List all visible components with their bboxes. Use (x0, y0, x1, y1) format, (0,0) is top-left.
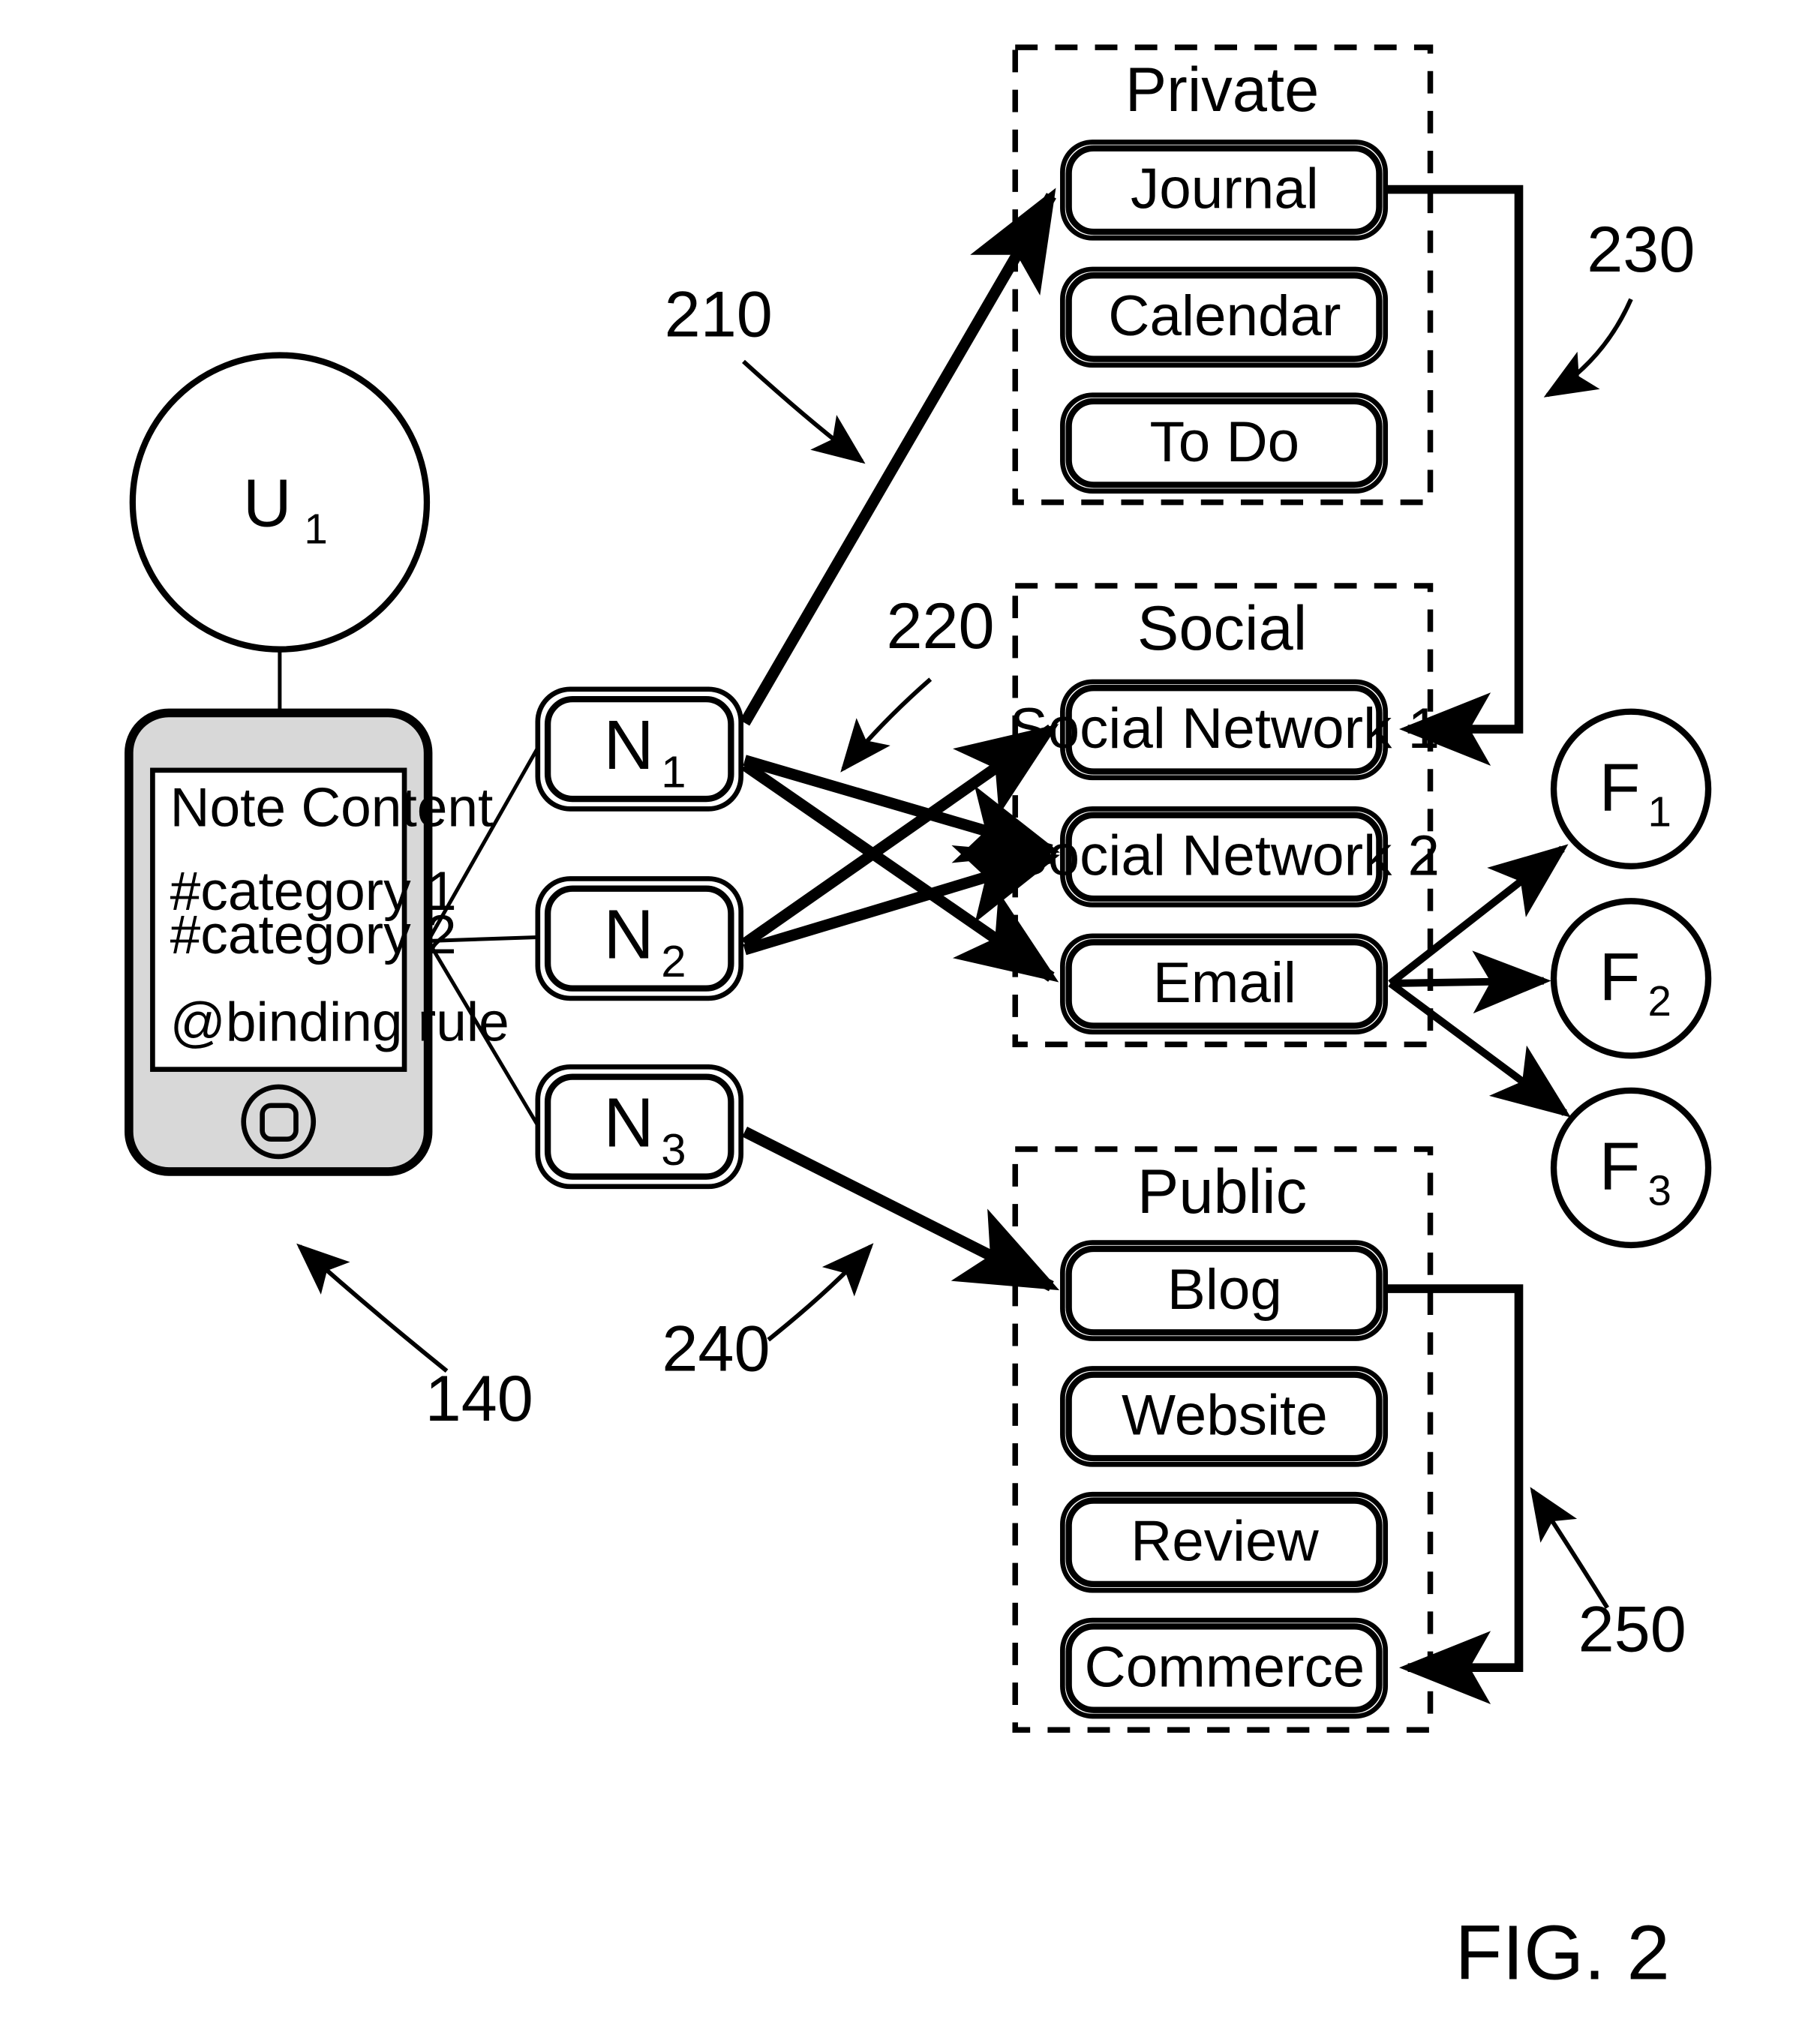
friend-node-f3-label: F (1599, 1130, 1641, 1205)
channel-commerce-label: Commerce (1085, 1635, 1365, 1699)
channel-social-network-1[interactable]: Social Network 1 (1010, 679, 1440, 781)
leader-220 (840, 677, 933, 773)
friend-node-f1-subscript: 1 (1648, 788, 1671, 836)
group-public: Public Blog Website Review Commerce (1012, 1146, 1434, 1733)
patent-diagram: U 1 Note Content #category 1 #category 2… (125, 44, 1712, 1996)
note-node-n1[interactable]: N 1 (535, 686, 743, 812)
channel-social-network-2-label: Social Network 2 (1010, 824, 1440, 888)
channel-website-label: Website (1122, 1384, 1328, 1448)
connector-device-to-n1 (426, 746, 539, 942)
leader-140 (296, 1243, 449, 1373)
friend-node-f2[interactable]: F 2 (1550, 898, 1712, 1059)
route-blog-to-commerce (1385, 1284, 1524, 1705)
figure-canvas: U 1 Note Content #category 1 #category 2… (0, 0, 1811, 2044)
channel-review[interactable]: Review (1060, 1491, 1389, 1593)
arrow-email-to-f3 (1388, 980, 1571, 1118)
leader-210 (742, 359, 866, 464)
channel-todo[interactable]: To Do (1060, 392, 1389, 494)
friend-node-f3[interactable]: F 3 (1550, 1087, 1712, 1249)
user-node-label: U (243, 467, 292, 542)
channel-social-network-1-label: Social Network 1 (1010, 697, 1440, 761)
ref-numeral-230: 230 (1587, 214, 1695, 286)
leader-240 (767, 1243, 874, 1342)
group-public-title: Public (1137, 1157, 1307, 1226)
user-node-u1[interactable]: U 1 (129, 352, 431, 653)
channel-email-label: Email (1153, 951, 1296, 1015)
group-social: Social Social Network 1 Social Network 2… (1010, 583, 1440, 1048)
arrow-email-to-f2 (1390, 950, 1551, 1014)
channel-email[interactable]: Email (1060, 933, 1389, 1035)
channel-todo-label: To Do (1150, 410, 1300, 474)
user-node-subscript: 1 (304, 505, 327, 552)
route-journal-to-social-network-1 (1385, 185, 1524, 766)
note-node-n2-subscript: 2 (661, 936, 686, 986)
note-node-n1-label: N (604, 706, 654, 784)
note-title: Note Content (170, 778, 494, 839)
channel-blog-label: Blog (1167, 1258, 1282, 1322)
ref-numeral-220: 220 (886, 590, 994, 662)
channel-calendar[interactable]: Calendar (1060, 266, 1389, 368)
group-private: Private Journal Calendar To Do (1012, 44, 1434, 506)
friend-node-f3-subscript: 3 (1648, 1167, 1671, 1214)
group-social-title: Social (1137, 593, 1307, 663)
group-private-title: Private (1125, 55, 1320, 125)
note-binding-rule: @binding rule (170, 992, 509, 1052)
note-node-n2-label: N (604, 895, 654, 973)
channel-commerce[interactable]: Commerce (1060, 1617, 1389, 1719)
note-node-n3-label: N (604, 1083, 654, 1161)
channel-social-network-2[interactable]: Social Network 2 (1010, 806, 1440, 908)
figure-caption: FIG. 2 (1455, 1910, 1670, 1996)
note-node-n3-subscript: 3 (661, 1124, 686, 1175)
friend-node-f2-subscript: 2 (1648, 977, 1671, 1025)
channel-calendar-label: Calendar (1108, 284, 1341, 348)
channel-journal[interactable]: Journal (1060, 140, 1389, 241)
ref-numeral-250: 250 (1578, 1594, 1686, 1666)
friend-node-f1-label: F (1599, 750, 1641, 825)
arrow-n3-to-blog (742, 1127, 1060, 1292)
friend-node-f2-label: F (1599, 940, 1641, 1015)
leader-230 (1543, 298, 1633, 398)
note-node-n1-subscript: 1 (661, 746, 686, 797)
device-home-button-inner (260, 1103, 299, 1142)
note-node-n2[interactable]: N 2 (535, 876, 743, 1001)
channel-journal-label: Journal (1131, 158, 1319, 221)
friend-node-f1[interactable]: F 1 (1550, 708, 1712, 869)
ref-numeral-210: 210 (665, 279, 773, 351)
channel-website[interactable]: Website (1060, 1366, 1389, 1467)
note-node-n3[interactable]: N 3 (535, 1064, 743, 1190)
note-category-2: #category 2 (170, 905, 457, 965)
ref-numeral-140: 140 (425, 1363, 533, 1435)
channel-review-label: Review (1131, 1510, 1319, 1574)
channel-blog[interactable]: Blog (1060, 1240, 1389, 1341)
leader-250 (1530, 1487, 1609, 1609)
ref-numeral-240: 240 (662, 1313, 770, 1385)
mobile-device[interactable]: Note Content #category 1 #category 2 @bi… (125, 708, 509, 1176)
